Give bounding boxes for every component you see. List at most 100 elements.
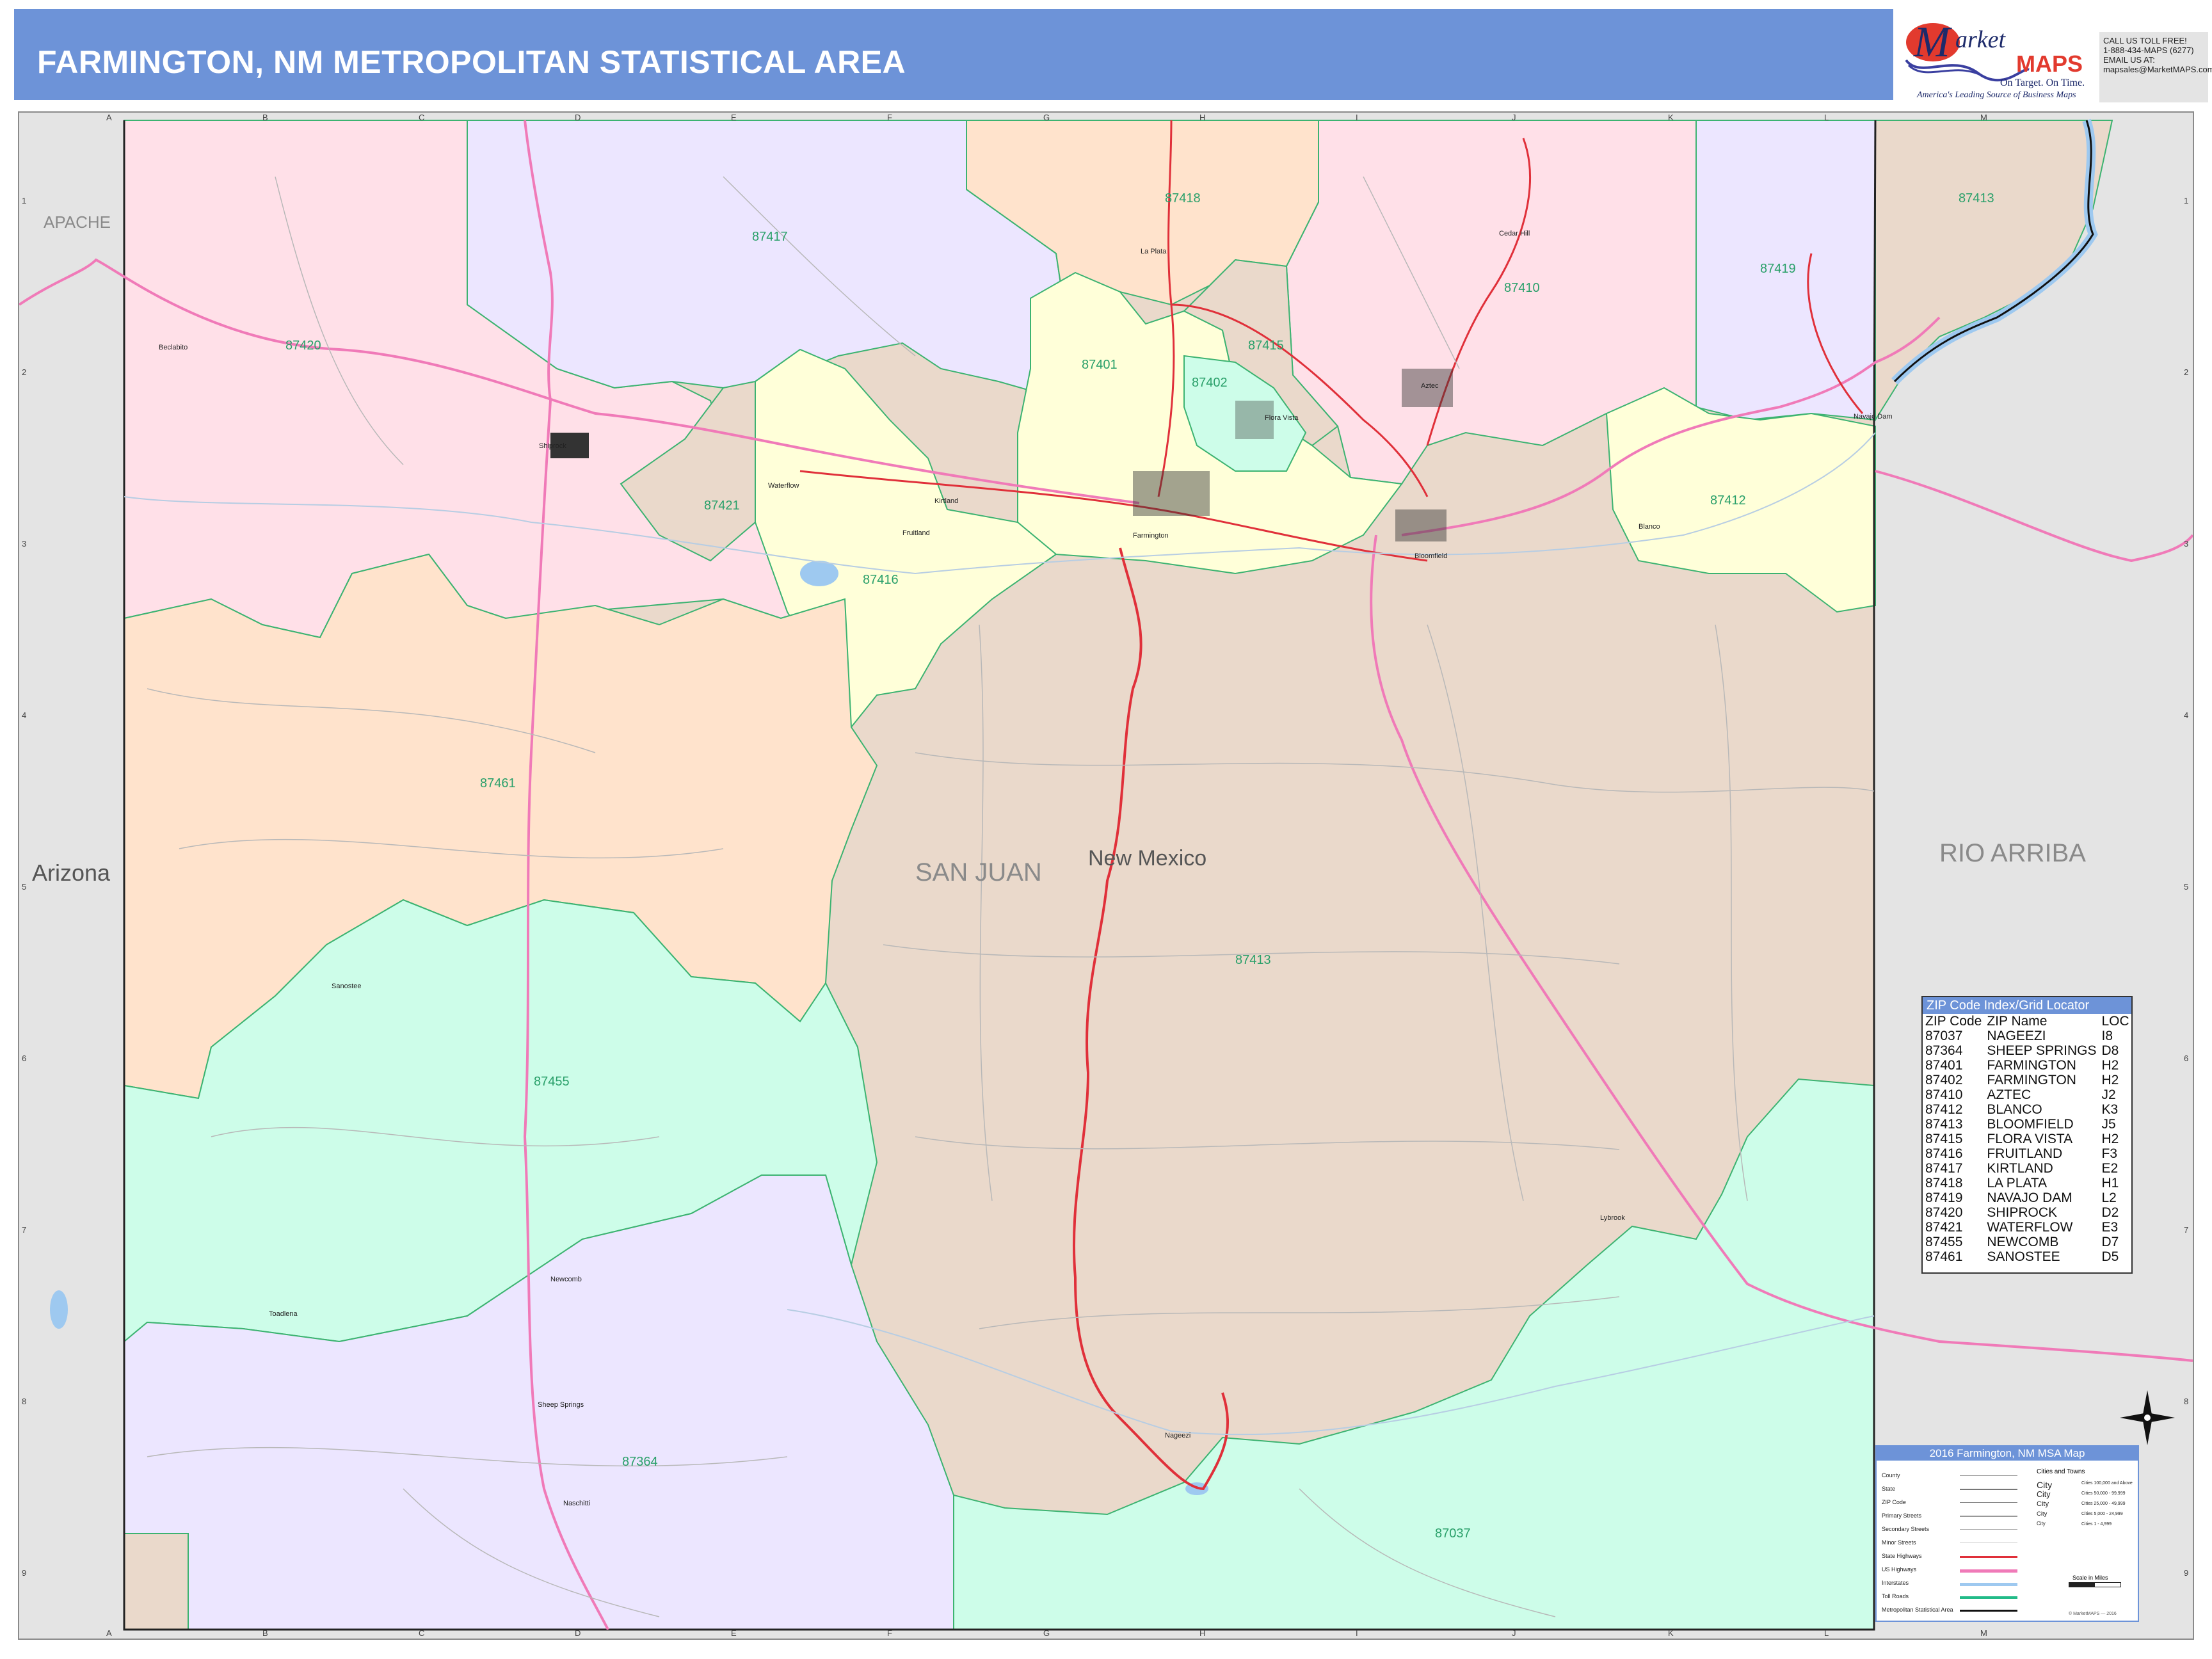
contact-call: CALL US TOLL FREE! — [2103, 36, 2187, 45]
lake-west — [50, 1290, 68, 1329]
zip-loc-cell: L2 — [2101, 1190, 2117, 1205]
legend-item-swatch — [1960, 1610, 2017, 1612]
legend-item-swatch — [1960, 1556, 2017, 1558]
legend-item-swatch — [1960, 1583, 2017, 1586]
town-label: Sanostee — [332, 982, 361, 990]
legend-city-range: Cities 1 - 4,999 — [2081, 1522, 2112, 1527]
zip-code-cell: 87410 — [1925, 1087, 1963, 1102]
scale-label: Scale in Miles — [2072, 1575, 2108, 1581]
zip-loc-cell: E3 — [2101, 1220, 2119, 1235]
grid-row-label: 6 — [22, 1054, 27, 1063]
zip-code-cell: 87364 — [1925, 1043, 1963, 1058]
zip-index-row: 87419 NAVAJO DAM L2 — [1923, 1190, 2132, 1205]
zip-label-87413-north: 87413 — [1959, 191, 1994, 205]
zip-index-title: ZIP Code Index/Grid Locator — [1923, 997, 2131, 1014]
zip-name-cell: NAVAJO DAM — [1987, 1190, 2072, 1205]
zip-index-row: 87412 BLANCO K3 — [1923, 1102, 2132, 1117]
grid-column-label: C — [419, 1628, 425, 1638]
zip-code-cell: 87420 — [1925, 1205, 1963, 1220]
grid-column-label: E — [731, 1628, 737, 1638]
zip-loc-cell: H2 — [2101, 1073, 2119, 1087]
zip-label-87412: 87412 — [1710, 493, 1746, 508]
town-label: Naschitti — [563, 1500, 590, 1507]
logo-tagline: On Target. On Time. — [2000, 77, 2085, 88]
legend-item-swatch — [1960, 1529, 2017, 1530]
contact-phone[interactable]: 1-888-434-MAPS (6277) — [2103, 45, 2204, 55]
zip-index-row: 87421 WATERFLOW E3 — [1923, 1220, 2132, 1235]
contact-email[interactable]: mapsales@MarketMAPS.com — [2103, 65, 2212, 74]
zip-code-cell: 87416 — [1925, 1146, 1963, 1161]
contact-email-label: EMAIL US AT: — [2103, 55, 2155, 65]
zip-label-87402: 87402 — [1192, 376, 1228, 390]
zip-loc-cell: D7 — [2101, 1235, 2119, 1249]
legend-city-sample: City — [2037, 1511, 2048, 1518]
town-label: Flora Vista — [1265, 414, 1299, 422]
legend-item-label: State — [1882, 1486, 1896, 1492]
legend-item-label: Primary Streets — [1882, 1512, 1922, 1519]
title-bar: FARMINGTON, NM METROPOLITAN STATISTICAL … — [14, 9, 1893, 100]
legend-item-label: Interstates — [1882, 1580, 1909, 1586]
grid-row-label: 5 — [22, 882, 27, 892]
zip-code-cell: 87455 — [1925, 1235, 1963, 1249]
zip-area-87413-north[interactable] — [1875, 120, 2113, 422]
zip-index-row: 87461 SANOSTEE D5 — [1923, 1249, 2132, 1264]
legend-item-label: Metropolitan Statistical Area — [1882, 1607, 1953, 1613]
zip-index-row: 87402 FARMINGTON H2 — [1923, 1073, 2132, 1087]
grid-column-label: E — [731, 113, 737, 122]
legend-item-swatch — [1960, 1569, 2017, 1573]
town-label: Waterflow — [768, 482, 799, 490]
map-frame[interactable]: 8 7 4 1 3 APACHE Arizona SAN JUAN New Mexico… — [18, 111, 2194, 1640]
grid-column-label: B — [262, 1628, 268, 1638]
grid-row-label: 1 — [22, 196, 27, 205]
zip-name-cell: FARMINGTON — [1987, 1073, 2076, 1087]
grid-column-label: L — [1824, 113, 1829, 122]
grid-column-label: F — [887, 1628, 892, 1638]
grid-column-label: J — [1512, 1628, 1516, 1638]
zip-name-cell: SANOSTEE — [1987, 1249, 2060, 1264]
zip-name-cell: KIRTLAND — [1987, 1161, 2053, 1176]
town-label: Fruitland — [902, 529, 930, 537]
grid-row-label: 4 — [2184, 710, 2189, 720]
legend-city-sample: City — [2037, 1500, 2049, 1508]
legend-city-range: Cities 25,000 - 49,999 — [2081, 1502, 2126, 1506]
grid-column-label: J — [1512, 113, 1516, 122]
grid-row-label: 1 — [2184, 196, 2189, 205]
grid-row-label: 7 — [22, 1225, 27, 1235]
zip-name-cell: FLORA VISTA — [1987, 1132, 2073, 1146]
legend-cities-title: Cities and Towns — [2037, 1468, 2085, 1475]
zip-code-cell: 87401 — [1925, 1058, 1963, 1073]
grid-row-label: 8 — [2184, 1397, 2189, 1406]
region-label-rio-arriba: RIO ARRIBA — [1939, 839, 2086, 867]
zip-index-header-loc: LOC — [2101, 1014, 2129, 1029]
grid-column-label: D — [575, 113, 581, 122]
grid-row-label: 3 — [22, 539, 27, 549]
town-label: Lybrook — [1600, 1214, 1625, 1222]
zip-label-87420: 87420 — [285, 339, 321, 353]
zip-code-cell: 87417 — [1925, 1161, 1963, 1176]
grid-row-label: 6 — [2184, 1054, 2189, 1063]
town-label: Farmington — [1133, 532, 1169, 540]
zip-loc-cell: E2 — [2101, 1161, 2119, 1176]
town-label: Kirtland — [934, 497, 958, 505]
zip-label-87410: 87410 — [1504, 281, 1540, 295]
zip-label-87401: 87401 — [1082, 358, 1118, 372]
zip-loc-cell: J2 — [2101, 1087, 2116, 1102]
zip-loc-cell: H2 — [2101, 1132, 2119, 1146]
zip-label-87417: 87417 — [752, 230, 788, 244]
zip-index-row: 87455 NEWCOMB D7 — [1923, 1235, 2132, 1249]
grid-row-label: 8 — [22, 1397, 27, 1406]
grid-column-label: A — [106, 1628, 112, 1638]
zip-index-row: 87417 KIRTLAND E2 — [1923, 1161, 2132, 1176]
zip-label-87419: 87419 — [1760, 262, 1796, 276]
zip-code-cell: 87421 — [1925, 1220, 1963, 1235]
grid-column-label: M — [1980, 113, 1987, 122]
zip-index-table: ZIP Code Index/Grid Locator ZIP Code ZIP… — [1921, 996, 2133, 1274]
zip-code-cell: 87412 — [1925, 1102, 1963, 1117]
legend-city-sample: City — [2037, 1490, 2051, 1499]
zip-name-cell: BLANCO — [1987, 1102, 2042, 1117]
zip-code-cell: 87419 — [1925, 1190, 1963, 1205]
grid-column-label: A — [106, 113, 112, 122]
legend-item-label: US Highways — [1882, 1566, 1917, 1573]
zip-loc-cell: D8 — [2101, 1043, 2119, 1058]
market-maps-logo[interactable]: M arket MAPS On Target. On Time. America… — [1895, 9, 2093, 100]
